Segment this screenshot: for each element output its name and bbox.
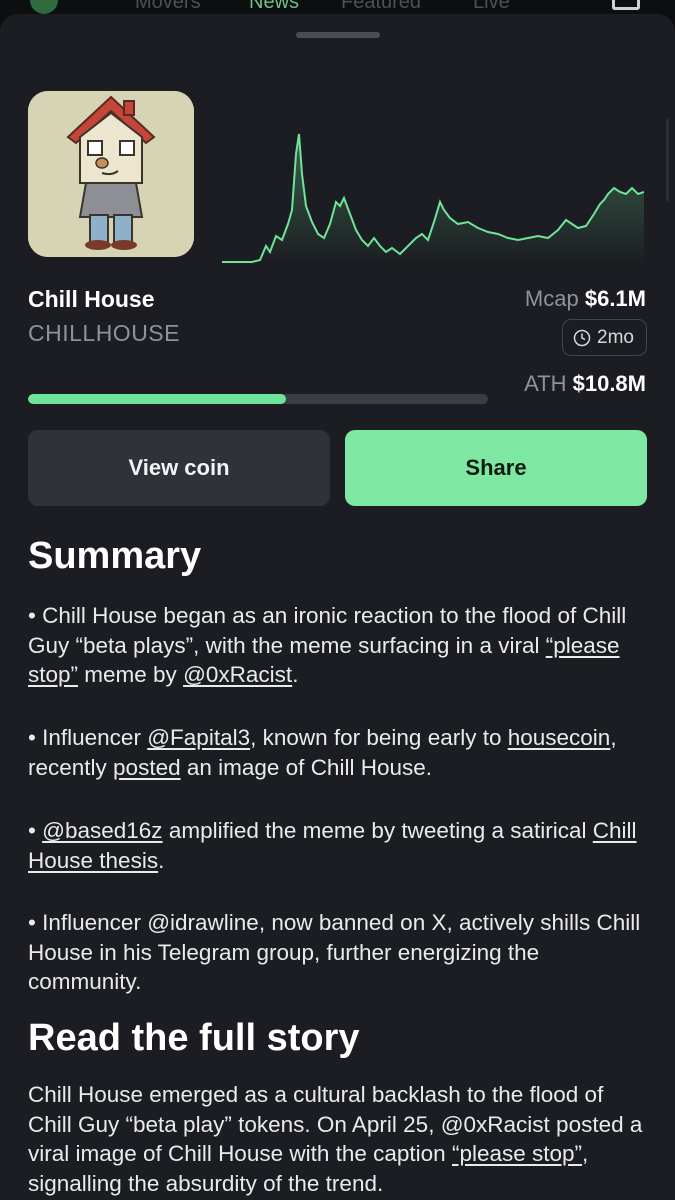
summary-point-2: • Influencer @Fapital3, known for being … (28, 723, 653, 782)
summary-point-4: • Influencer @idrawline, now banned on X… (28, 910, 641, 994)
full-story-heading: Read the full story (28, 1017, 360, 1059)
share-button[interactable]: Share (345, 430, 647, 506)
summary-text: • (28, 818, 43, 843)
summary-text: amplified the meme by tweeting a satiric… (162, 818, 593, 843)
sparkline-area (222, 134, 644, 264)
tab-live[interactable]: Live (473, 0, 510, 14)
summary-text: . (292, 662, 299, 687)
coin-image (28, 91, 194, 257)
ath-label: ATH (524, 371, 567, 396)
tab-news[interactable]: News (249, 0, 299, 14)
tab-movers[interactable]: Movers (135, 0, 201, 14)
summary-point-1: • Chill House began as an ironic reactio… (28, 601, 653, 690)
app-logo[interactable] (30, 0, 58, 14)
ath-progress-bar (28, 394, 488, 404)
summary-text: . (158, 847, 165, 873)
summary-text: , known for being early to (250, 725, 508, 750)
ath-progress-fill (28, 394, 286, 404)
market-cap-value: $6.1M (584, 286, 646, 311)
clock-icon (573, 329, 591, 346)
coin-sheet: Chill House CHILLHOUSE Mcap $6.1M 2mo AT… (0, 14, 675, 1200)
tab-featured[interactable]: Featured (341, 0, 421, 14)
summary-text: meme by (78, 662, 184, 687)
age-badge: 2mo (562, 319, 647, 356)
all-time-high: ATH $10.8M (524, 371, 646, 397)
summary-text: • Influencer (28, 725, 148, 750)
coin-name: Chill House (28, 286, 155, 312)
age-value: 2mo (597, 326, 634, 348)
based16z-link[interactable]: @based16z (42, 818, 162, 843)
coin-ticker: CHILLHOUSE (28, 320, 180, 346)
fapital3-link[interactable]: @Fapital3 (147, 725, 250, 750)
sheet-drag-handle[interactable] (296, 32, 380, 38)
top-nav: Movers News Featured Live (0, 0, 675, 14)
posted-link[interactable]: posted (113, 755, 181, 780)
full-story-text: Chill House emerged as a cultural backla… (28, 1080, 653, 1198)
scrollbar[interactable] (666, 118, 669, 202)
summary-heading: Summary (28, 535, 202, 577)
view-coin-button[interactable]: View coin (28, 430, 330, 506)
market-cap-label: Mcap (524, 286, 579, 311)
please-stop-story-link[interactable]: “please stop” (452, 1141, 582, 1166)
summary-text: • Chill House began as an ironic reactio… (28, 603, 627, 658)
price-sparkline (222, 133, 644, 264)
ath-value: $10.8M (572, 371, 646, 396)
housecoin-link[interactable]: housecoin (508, 725, 611, 750)
market-cap: Mcap $6.1M (525, 286, 646, 312)
summary-point-3: • @based16z amplified the meme by tweeti… (28, 816, 653, 875)
0xracist-link[interactable]: @0xRacist (183, 662, 292, 687)
bell-icon[interactable] (612, 0, 640, 10)
summary-text: an image of Chill House. (180, 754, 432, 780)
